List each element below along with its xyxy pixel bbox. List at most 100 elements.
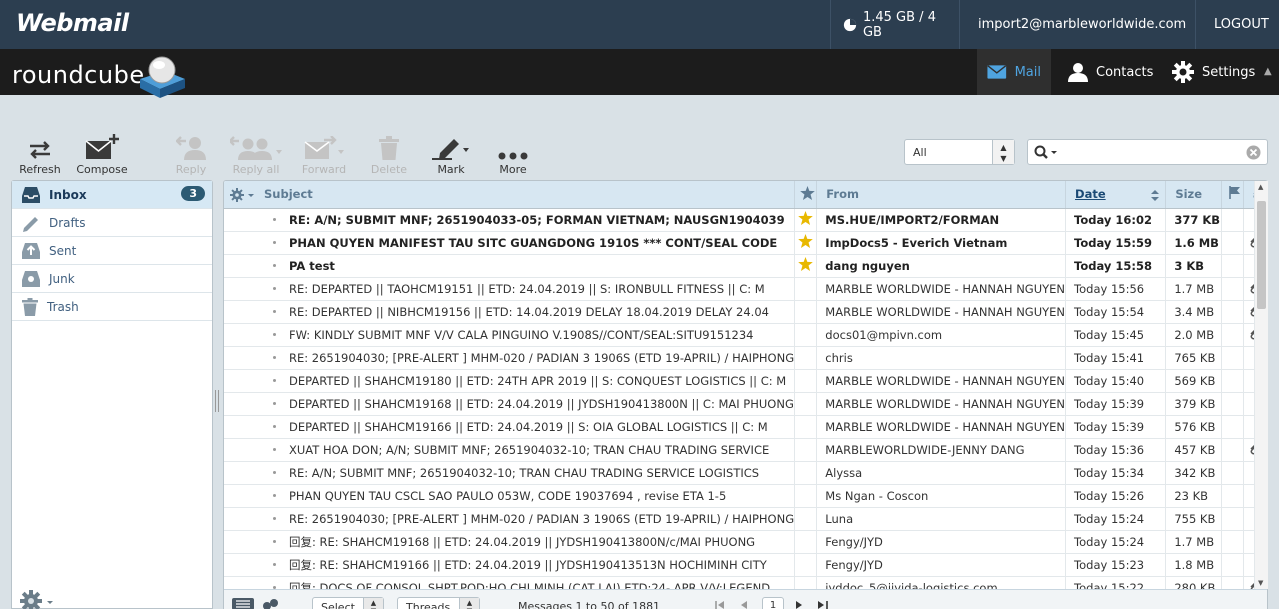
message-row[interactable]: PHAN QUYEN TAU CSCL SAO PAULO 053W, CODE…: [224, 484, 1267, 508]
message-subject[interactable]: RE: A/N; SUBMIT MNF; 2651904033-05; FORM…: [224, 208, 796, 232]
compose-button[interactable]: Compose: [72, 132, 132, 176]
previous-page-icon[interactable]: [740, 601, 747, 609]
next-page-icon[interactable]: [796, 601, 803, 609]
message-status-cell[interactable]: [1221, 415, 1244, 439]
message-flag-cell[interactable]: [794, 507, 818, 531]
collapse-header-icon[interactable]: ▲: [1264, 66, 1272, 77]
message-status-cell[interactable]: [1221, 461, 1244, 485]
last-page-icon[interactable]: [818, 601, 828, 609]
logout-button[interactable]: LOGOUT: [1195, 0, 1279, 49]
message-flag-cell[interactable]: [794, 438, 818, 462]
reply-all-button[interactable]: Reply all: [226, 132, 286, 176]
message-status-cell[interactable]: [1221, 484, 1244, 508]
threads-view-icon[interactable]: [262, 598, 280, 609]
message-row[interactable]: FW: KINDLY SUBMIT MNF V/V CALA PINGUINO …: [224, 323, 1267, 347]
search-icon[interactable]: [1034, 145, 1058, 160]
roundcube-logo[interactable]: roundcube: [12, 61, 145, 89]
message-status-cell[interactable]: [1221, 231, 1244, 255]
message-status-cell[interactable]: [1221, 507, 1244, 531]
message-row[interactable]: RE: 2651904030; [PRE-ALERT ] MHM-020 / P…: [224, 507, 1267, 531]
folder-settings-gear-icon[interactable]: [20, 590, 56, 609]
threads-dropdown[interactable]: Threads ▲▼: [397, 597, 480, 609]
delete-button[interactable]: Delete: [359, 132, 419, 176]
message-status-cell[interactable]: [1221, 300, 1244, 324]
message-flag-cell[interactable]: [794, 461, 818, 485]
message-status-cell[interactable]: [1221, 323, 1244, 347]
message-subject[interactable]: RE: DEPARTED || NIBHCM19156 || ETD: 14.0…: [224, 300, 796, 324]
message-status-cell[interactable]: [1221, 369, 1244, 393]
message-subject[interactable]: RE: DEPARTED || TAOHCM19151 || ETD: 24.0…: [224, 277, 796, 301]
message-status-cell[interactable]: [1221, 553, 1244, 577]
message-subject[interactable]: DEPARTED || SHAHCM19166 || ETD: 24.04.20…: [224, 415, 796, 439]
reply-button[interactable]: Reply: [161, 132, 221, 176]
user-menu[interactable]: import2@marbleworldwide.com: [959, 0, 1195, 49]
folder-sent[interactable]: Sent: [12, 237, 212, 265]
message-flag-cell[interactable]: [794, 323, 818, 347]
filter-select[interactable]: All ▲ ▼: [904, 139, 1015, 165]
message-status-cell[interactable]: [1221, 254, 1244, 278]
message-row[interactable]: XUAT HOA DON; A/N; SUBMIT MNF; 265190403…: [224, 438, 1267, 462]
scroll-up-icon[interactable]: ▲: [1258, 183, 1263, 191]
message-subject[interactable]: XUAT HOA DON; A/N; SUBMIT MNF; 265190403…: [224, 438, 796, 462]
folder-inbox[interactable]: Inbox 3: [12, 181, 212, 209]
list-options-gear-icon[interactable]: [230, 187, 256, 202]
message-subject[interactable]: DEPARTED || SHAHCM19180 || ETD: 24TH APR…: [224, 369, 796, 393]
page-number-input[interactable]: 1: [762, 597, 784, 609]
folder-trash[interactable]: Trash: [12, 293, 212, 321]
message-row[interactable]: PA test dang nguyen Today 15:58 3 KB: [224, 254, 1267, 278]
folder-junk[interactable]: Junk: [12, 265, 212, 293]
message-flag-cell[interactable]: [794, 484, 818, 508]
message-flag-cell[interactable]: [794, 208, 818, 232]
message-subject[interactable]: RE: A/N; SUBMIT MNF; 2651904032-10; TRAN…: [224, 461, 796, 485]
clear-search-icon[interactable]: [1246, 145, 1261, 160]
list-scrollbar[interactable]: ▲ ▼: [1254, 181, 1268, 589]
message-subject[interactable]: DEPARTED || SHAHCM19168 || ETD: 24.04.20…: [224, 392, 796, 416]
tab-mail[interactable]: Mail: [977, 49, 1051, 95]
message-status-cell[interactable]: [1221, 530, 1244, 554]
message-status-cell[interactable]: [1221, 438, 1244, 462]
message-status-cell[interactable]: [1221, 277, 1244, 301]
message-subject[interactable]: RE: 2651904030; [PRE-ALERT ] MHM-020 / P…: [224, 507, 796, 531]
search-input[interactable]: [1027, 139, 1268, 165]
message-row[interactable]: RE: DEPARTED || NIBHCM19156 || ETD: 14.0…: [224, 300, 1267, 324]
scroll-down-icon[interactable]: ▼: [1258, 579, 1263, 587]
column-status-header[interactable]: [1221, 181, 1244, 209]
message-row[interactable]: RE: DEPARTED || TAOHCM19151 || ETD: 24.0…: [224, 277, 1267, 301]
message-subject[interactable]: PHAN QUYEN TAU CSCL SAO PAULO 053W, CODE…: [224, 484, 796, 508]
folder-drafts[interactable]: Drafts: [12, 209, 212, 237]
message-subject[interactable]: RE: 2651904030; [PRE-ALERT ] MHM-020 / P…: [224, 346, 796, 370]
message-flag-cell[interactable]: [794, 300, 818, 324]
message-flag-cell[interactable]: [794, 530, 818, 554]
tab-contacts[interactable]: Contacts: [1058, 49, 1163, 95]
more-button[interactable]: More: [483, 132, 543, 176]
message-subject[interactable]: 回复: RE: SHAHCM19168 || ETD: 24.04.2019 |…: [224, 530, 796, 554]
column-subject-header[interactable]: Subject: [224, 181, 796, 209]
panel-splitter[interactable]: [215, 390, 219, 412]
message-flag-cell[interactable]: [794, 254, 818, 278]
message-row[interactable]: DEPARTED || SHAHCM19168 || ETD: 24.04.20…: [224, 392, 1267, 416]
first-page-icon[interactable]: [715, 601, 725, 609]
refresh-button[interactable]: Refresh: [10, 132, 70, 176]
column-from-header[interactable]: From: [816, 181, 1067, 209]
message-subject[interactable]: PA test: [224, 254, 796, 278]
column-date-header[interactable]: Date: [1065, 181, 1167, 209]
message-row[interactable]: DEPARTED || SHAHCM19180 || ETD: 24TH APR…: [224, 369, 1267, 393]
message-row[interactable]: DEPARTED || SHAHCM19166 || ETD: 24.04.20…: [224, 415, 1267, 439]
message-row[interactable]: PHAN QUYEN MANIFEST TAU SITC GUANGDONG 1…: [224, 231, 1267, 255]
message-row[interactable]: 回复: RE: SHAHCM19166 || ETD: 24.04.2019 |…: [224, 553, 1267, 577]
message-flag-cell[interactable]: [794, 231, 818, 255]
message-row[interactable]: RE: A/N; SUBMIT MNF; 2651904033-05; FORM…: [224, 208, 1267, 232]
message-flag-cell[interactable]: [794, 277, 818, 301]
forward-button[interactable]: Forward: [294, 132, 354, 176]
webmail-logo[interactable]: Webmail: [16, 9, 129, 37]
message-row[interactable]: RE: 2651904030; [PRE-ALERT ] MHM-020 / P…: [224, 346, 1267, 370]
message-subject[interactable]: PHAN QUYEN MANIFEST TAU SITC GUANGDONG 1…: [224, 231, 796, 255]
message-flag-cell[interactable]: [794, 346, 818, 370]
message-subject[interactable]: FW: KINDLY SUBMIT MNF V/V CALA PINGUINO …: [224, 323, 796, 347]
scroll-thumb[interactable]: [1257, 201, 1266, 309]
list-view-icon[interactable]: [232, 598, 254, 609]
mark-button[interactable]: Mark: [421, 132, 481, 176]
message-subject[interactable]: 回复: RE: SHAHCM19166 || ETD: 24.04.2019 |…: [224, 553, 796, 577]
column-size-header[interactable]: Size: [1165, 181, 1223, 209]
message-status-cell[interactable]: [1221, 346, 1244, 370]
